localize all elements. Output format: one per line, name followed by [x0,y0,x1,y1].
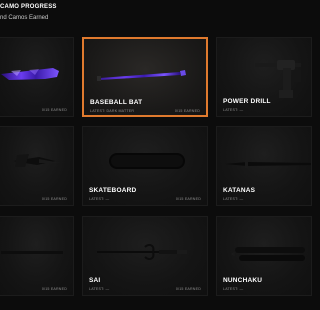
page-subtitle: nd Camos Earned [0,15,49,21]
weapon-tile-baseball-bat[interactable]: BASEBALL BAT LATEST: DARK MATTER 0/15 EA… [82,37,208,117]
tile-latest-camo: LATEST: — [89,287,110,291]
weapon-tile-4[interactable]: 0/15 EARNED [0,126,74,206]
tile-earned-count: 0/15 EARNED [41,108,67,112]
weapon-tile-skateboard[interactable]: SKATEBOARD LATEST: — 0/15 EARNED [82,126,208,206]
tile-name: KATANAS [223,187,256,194]
weapon-tile-7[interactable]: 0/15 EARNED [0,216,74,296]
power-drill-icon [255,60,301,98]
tile-name: BASEBALL BAT [90,99,143,106]
weapon-tile-1[interactable]: 0/15 EARNED [0,37,74,117]
skateboard-icon [109,153,185,169]
staff-icon [1,251,63,254]
tile-latest-camo: LATEST: — [223,108,244,112]
tile-latest-camo: LATEST: DARK MATTER [90,109,135,113]
tile-latest-camo: LATEST: — [223,197,244,201]
purple-camo-weapon-icon [1,68,59,80]
katana-icon [225,160,311,168]
tile-earned-count: 0/15 EARNED [41,197,67,201]
weapon-tile-katanas[interactable]: KATANAS LATEST: — [216,126,312,206]
tile-earned-count: 0/15 EARNED [175,197,201,201]
weapon-tile-power-drill[interactable]: POWER DRILL LATEST: — [216,37,312,117]
tile-name: SAI [89,277,101,284]
tile-latest-camo: LATEST: — [89,197,110,201]
tile-earned-count: 0/15 EARNED [41,287,67,291]
tile-name: POWER DRILL [223,98,271,105]
sai-icon [97,243,187,261]
nunchaku-icon [231,247,305,261]
page-title: CAMO PROGRESS [0,4,57,10]
tile-earned-count: 0/15 EARNED [174,109,200,113]
tile-earned-count: 0/15 EARNED [175,287,201,291]
tile-name: NUNCHAKU [223,277,263,284]
weapon-tile-sai[interactable]: SAI LATEST: — 0/15 EARNED [82,216,208,296]
weapon-tile-nunchaku[interactable]: NUNCHAKU LATEST: — [216,216,312,296]
tile-name: SKATEBOARD [89,187,137,194]
knife-icon [13,154,61,167]
tile-latest-camo: LATEST: — [223,287,244,291]
